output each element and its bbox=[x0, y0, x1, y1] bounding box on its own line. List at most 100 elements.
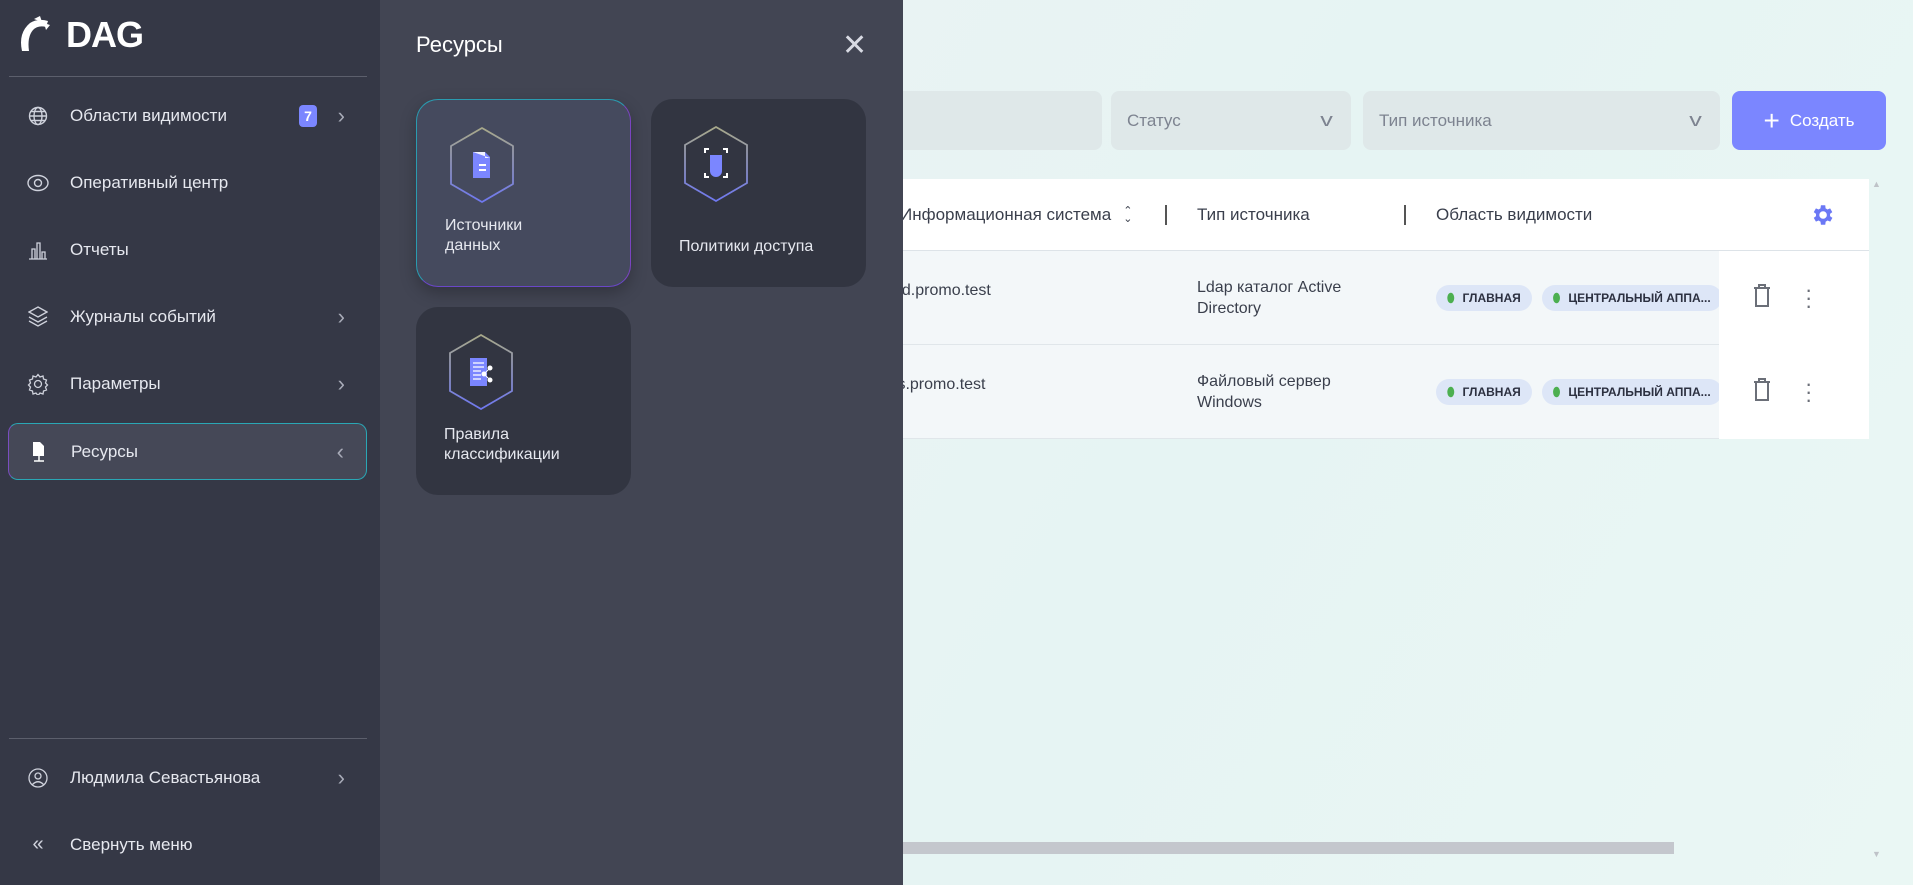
map-pin-icon: ⬮ bbox=[1447, 384, 1455, 399]
visibility-area-cell: ⬮ ГЛАВНАЯ ⬮ ЦЕНТРАЛЬНЫЙ АППА... bbox=[1436, 345, 1732, 439]
info-system-cell: fs.promo.test bbox=[898, 345, 985, 439]
chevron-down-icon: v bbox=[1320, 110, 1333, 130]
scroll-up-arrow-icon[interactable]: ▲ bbox=[1872, 179, 1881, 189]
row-actions: · · · bbox=[1719, 251, 1869, 345]
visibility-tag: ⬮ ГЛАВНАЯ bbox=[1436, 285, 1532, 311]
trash-icon[interactable] bbox=[1753, 283, 1771, 313]
eye-icon bbox=[26, 171, 50, 195]
sidebar-item-label: Отчеты bbox=[70, 239, 129, 259]
resources-panel: Ресурсы ✕ Источники данных Политики дост… bbox=[380, 0, 903, 885]
chevron-right-icon: › bbox=[337, 370, 345, 396]
chevron-right-icon: › bbox=[337, 102, 345, 128]
resources-icon bbox=[27, 440, 51, 464]
scrollbar-thumb[interactable] bbox=[903, 842, 1674, 854]
sidebar-item-operations-center[interactable]: Оперативный центр bbox=[8, 154, 367, 211]
count-badge: 7 bbox=[299, 104, 317, 127]
card-access-policies[interactable]: Политики доступа bbox=[651, 99, 866, 287]
card-classification-rules[interactable]: Правила классификации bbox=[416, 307, 631, 495]
row-actions: · · · bbox=[1719, 345, 1869, 439]
column-header-source-type[interactable]: Тип источника bbox=[1197, 179, 1310, 251]
sidebar-item-resources[interactable]: Ресурсы ‹ bbox=[8, 423, 367, 480]
sidebar-item-label: Журналы событий bbox=[70, 306, 216, 326]
tag-label: ЦЕНТРАЛЬНЫЙ АППА... bbox=[1568, 290, 1711, 305]
source-type-cell: Файловый сервер Windows bbox=[1197, 345, 1387, 439]
more-vertical-icon[interactable]: · · · bbox=[1805, 279, 1812, 317]
source-type-placeholder: Тип источника bbox=[1379, 110, 1492, 130]
divider bbox=[9, 76, 367, 77]
map-pin-icon: ⬮ bbox=[1552, 384, 1561, 399]
close-icon[interactable]: ✕ bbox=[842, 28, 867, 63]
globe-icon bbox=[26, 104, 50, 128]
tag-label: ГЛАВНАЯ bbox=[1462, 290, 1521, 305]
table-row[interactable]: fs.promo.test Файловый сервер Windows ⬮ Г… bbox=[898, 345, 1869, 439]
source-type: Ldap каталог Active Directory bbox=[1197, 279, 1342, 317]
user-profile[interactable]: Людмила Севастьянова › bbox=[8, 749, 367, 806]
map-pin-icon: ⬮ bbox=[1447, 290, 1455, 305]
chevron-down-icon: v bbox=[1689, 110, 1702, 130]
trash-icon[interactable] bbox=[1753, 377, 1771, 407]
sidebar-item-parameters[interactable]: Параметры › bbox=[8, 355, 367, 412]
create-button[interactable]: + Создать bbox=[1732, 91, 1886, 150]
info-system: ad.promo.test bbox=[893, 281, 991, 299]
dag-logo-icon bbox=[21, 16, 50, 51]
data-sources-table: Информационная система ⌃ ⌄ Тип источника … bbox=[893, 179, 1869, 439]
sidebar-item-label: Области видимости bbox=[70, 105, 227, 125]
map-pin-icon: ⬮ bbox=[1552, 290, 1561, 305]
user-name: Людмила Севастьянова bbox=[70, 767, 261, 787]
app-name: DAG bbox=[66, 14, 144, 55]
visibility-tag: ⬮ ЦЕНТРАЛЬНЫЙ АППА... bbox=[1541, 379, 1722, 405]
panel-title: Ресурсы bbox=[416, 32, 503, 57]
sidebar-item-label: Ресурсы bbox=[71, 441, 139, 461]
column-header-visibility-area[interactable]: Область видимости bbox=[1436, 179, 1592, 251]
table-header: Информационная система ⌃ ⌄ Тип источника … bbox=[900, 179, 1869, 251]
sidebar-item-event-logs[interactable]: Журналы событий › bbox=[8, 288, 367, 345]
vertical-scrollbar[interactable]: ▲ ▼ bbox=[1872, 179, 1884, 859]
card-label: Политики доступа bbox=[679, 238, 814, 255]
source-type-select[interactable]: Тип источника v bbox=[1363, 91, 1720, 150]
visibility-area-cell: ⬮ ГЛАВНАЯ ⬮ ЦЕНТРАЛЬНЫЙ АППА... bbox=[1436, 251, 1732, 345]
column-label: Информационная система bbox=[900, 205, 1112, 224]
data-source-icon bbox=[450, 127, 514, 203]
column-separator[interactable] bbox=[1404, 205, 1406, 225]
column-header-info-system[interactable]: Информационная система ⌃ ⌄ bbox=[900, 179, 1132, 251]
status-placeholder: Статус bbox=[1127, 110, 1181, 130]
card-data-sources[interactable]: Источники данных bbox=[416, 99, 631, 287]
column-settings-gear-icon[interactable] bbox=[1809, 179, 1835, 251]
user-icon bbox=[26, 766, 50, 790]
sidebar-item-reports[interactable]: Отчеты bbox=[8, 221, 367, 278]
column-separator[interactable] bbox=[1165, 205, 1167, 225]
tag-label: ГЛАВНАЯ bbox=[1462, 384, 1521, 399]
scroll-down-arrow-icon[interactable]: ▼ bbox=[1872, 849, 1881, 859]
visibility-tag: ⬮ ЦЕНТРАЛЬНЫЙ АППА... bbox=[1541, 285, 1722, 311]
column-label: Область видимости bbox=[1436, 205, 1593, 224]
access-policy-icon bbox=[684, 125, 748, 203]
card-label: Источники данных bbox=[445, 217, 523, 254]
create-label: Создать bbox=[1789, 110, 1855, 130]
horizontal-scrollbar[interactable] bbox=[903, 842, 1869, 854]
divider bbox=[9, 738, 367, 739]
collapse-menu-button[interactable]: « Свернуть меню bbox=[8, 816, 367, 873]
column-label: Тип источника bbox=[1197, 205, 1310, 224]
double-chevron-left-icon: « bbox=[32, 833, 44, 855]
bar-chart-icon bbox=[26, 238, 50, 262]
plus-icon: + bbox=[1763, 104, 1780, 136]
gear-icon bbox=[26, 372, 50, 396]
layers-icon bbox=[26, 305, 50, 329]
logo[interactable]: DAG bbox=[16, 14, 144, 56]
classification-icon bbox=[449, 333, 513, 411]
sidebar-item-label: Параметры bbox=[70, 373, 161, 393]
card-label: Правила классификации bbox=[444, 426, 560, 463]
status-select[interactable]: Статус v bbox=[1111, 91, 1351, 150]
tag-label: ЦЕНТРАЛЬНЫЙ АППА... bbox=[1568, 384, 1711, 399]
source-type-cell: Ldap каталог Active Directory bbox=[1197, 251, 1387, 345]
more-vertical-icon[interactable]: · · · bbox=[1805, 373, 1812, 411]
sidebar: DAG Области видимости 7 › Оперативный це… bbox=[0, 0, 380, 885]
visibility-tag: ⬮ ГЛАВНАЯ bbox=[1436, 379, 1532, 405]
sidebar-item-visibility-areas[interactable]: Области видимости 7 › bbox=[8, 87, 367, 144]
collapse-menu-label: Свернуть меню bbox=[70, 834, 193, 854]
sidebar-item-label: Оперативный центр bbox=[70, 172, 229, 192]
sort-icon[interactable]: ⌃ ⌄ bbox=[1123, 206, 1132, 225]
chevron-left-icon: ‹ bbox=[336, 438, 344, 464]
table-row[interactable]: ad.promo.test Ldap каталог Active Direct… bbox=[893, 251, 1869, 345]
info-system: fs.promo.test bbox=[893, 375, 986, 393]
